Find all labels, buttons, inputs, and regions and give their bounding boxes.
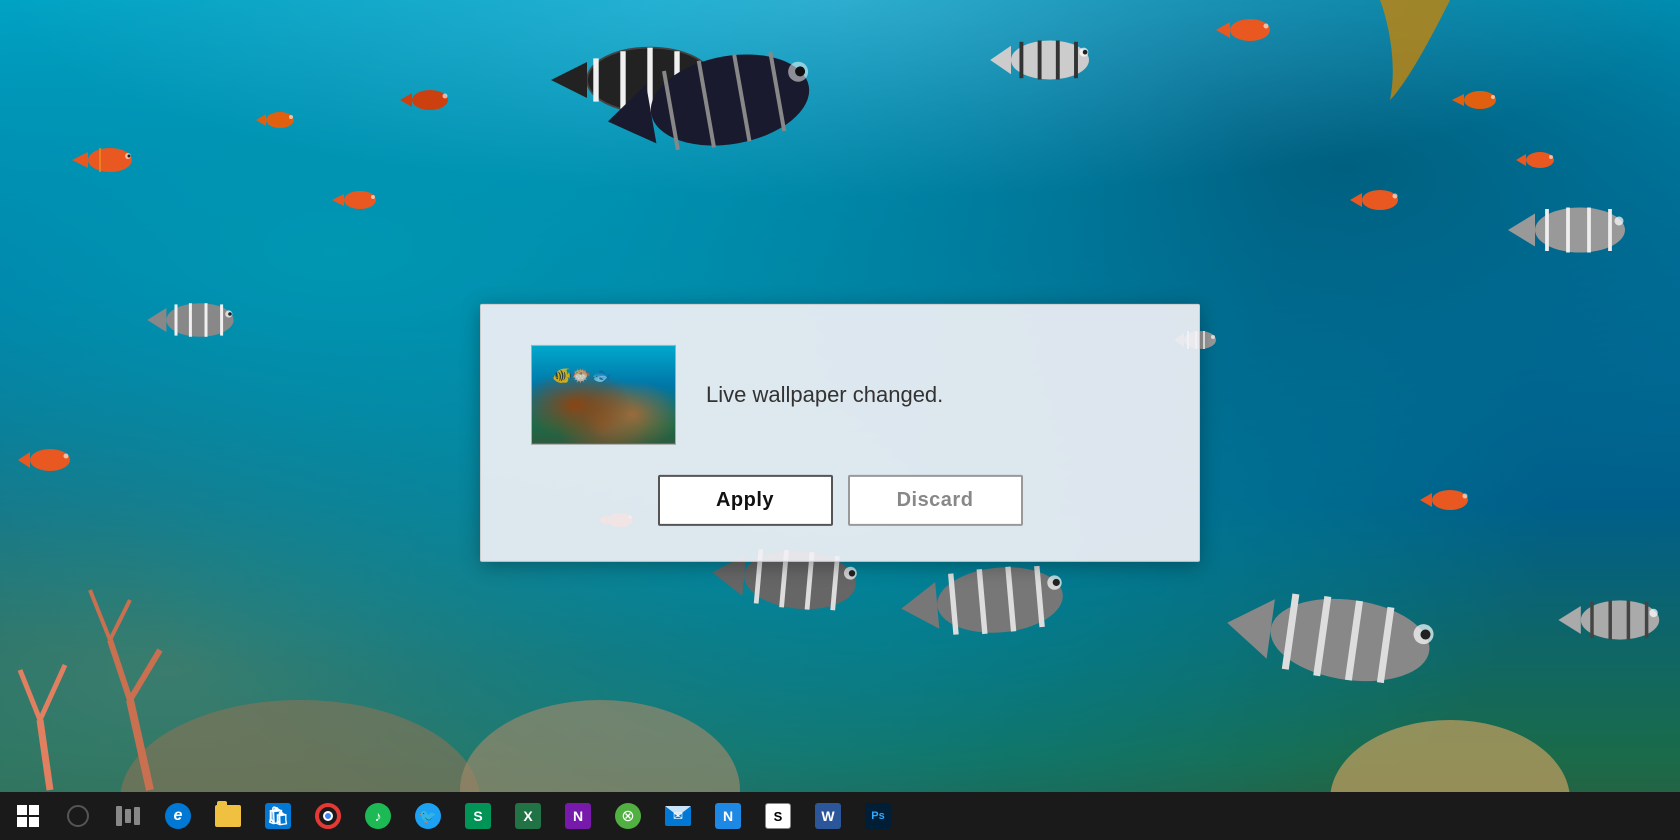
spotify-icon[interactable]: ♪ [354,792,402,840]
sway-icon[interactable]: S [454,792,502,840]
edge-icon[interactable]: e [154,792,202,840]
water-highlight [0,0,1680,200]
task-view-button[interactable] [104,792,152,840]
apply-button[interactable]: Apply [658,475,833,526]
thumbnail-image [532,346,675,444]
start-button[interactable] [4,792,52,840]
photoshop-icon[interactable]: Ps [854,792,902,840]
onenote-icon[interactable]: N [554,792,602,840]
xbox-icon[interactable]: ⊗ [604,792,652,840]
sonos-icon[interactable]: S [754,792,802,840]
cortana-button[interactable] [54,792,102,840]
chrome-icon[interactable] [304,792,352,840]
wallpaper-thumbnail [531,345,676,445]
mail-icon[interactable]: ✉ [654,792,702,840]
dialog-buttons: Apply Discard [531,475,1149,526]
wallpaper-changed-dialog: Live wallpaper changed. Apply Discard [480,304,1200,562]
dialog-overlay: Live wallpaper changed. Apply Discard [480,304,1200,562]
task-view-icon [116,806,140,826]
store-icon[interactable]: 🛍 [254,792,302,840]
taskbar: e 🛍 ♪ 🐦 S X N ⊗ ✉ [0,792,1680,840]
dialog-content: Live wallpaper changed. [531,345,1149,445]
twitter-icon[interactable]: 🐦 [404,792,452,840]
word-icon[interactable]: W [804,792,852,840]
dialog-message: Live wallpaper changed. [706,382,943,408]
windows-logo [17,805,39,827]
cortana-icon [67,805,89,827]
discard-button[interactable]: Discard [848,475,1023,526]
onenote-blue-icon[interactable]: N [704,792,752,840]
excel-icon[interactable]: X [504,792,552,840]
file-explorer-icon[interactable] [204,792,252,840]
